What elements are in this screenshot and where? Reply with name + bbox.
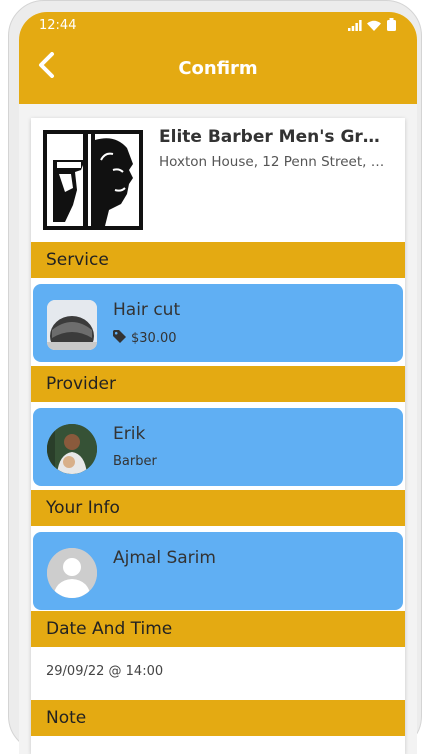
user-avatar-icon	[47, 548, 97, 598]
app-header: Confirm	[19, 40, 417, 104]
section-header-date-time: Date And Time	[31, 611, 405, 647]
service-card[interactable]: Hair cut $30.00	[33, 284, 403, 362]
service-image	[47, 300, 97, 350]
shop-logo	[43, 130, 143, 230]
status-time: 12:44	[39, 18, 77, 33]
page-title: Confirm	[178, 58, 258, 79]
provider-avatar	[47, 424, 97, 474]
user-name: Ajmal Sarim	[113, 548, 216, 568]
provider-role: Barber	[113, 454, 157, 469]
confirm-content: Elite Barber Men's Grooming Hoxton House…	[31, 118, 405, 754]
provider-card[interactable]: Erik Barber	[33, 408, 403, 486]
section-header-note: Note	[31, 700, 405, 736]
section-header-your-info: Your Info	[31, 490, 405, 526]
your-info-card[interactable]: Ajmal Sarim	[33, 532, 403, 610]
battery-icon	[386, 18, 397, 31]
status-icons	[348, 18, 397, 31]
service-name: Hair cut	[113, 300, 181, 320]
shop-name: Elite Barber Men's Grooming	[159, 127, 391, 147]
section-header-service: Service	[31, 242, 405, 278]
shop-address: Hoxton House, 12 Penn Street, London	[159, 154, 391, 170]
shop-card[interactable]: Elite Barber Men's Grooming Hoxton House…	[31, 118, 405, 242]
service-price: $30.00	[131, 331, 177, 346]
service-price-row: $30.00	[113, 330, 177, 347]
provider-name: Erik	[113, 424, 146, 444]
signal-icon	[348, 20, 362, 31]
tag-icon	[113, 330, 126, 347]
booking-date-time: 29/09/22 @ 14:00	[46, 664, 164, 679]
wifi-icon	[367, 20, 381, 31]
section-header-provider: Provider	[31, 366, 405, 402]
status-bar: 12:44	[19, 12, 417, 40]
app-screen: 12:44 Confirm Elite Barber Men's Groo Ho…	[19, 12, 417, 754]
